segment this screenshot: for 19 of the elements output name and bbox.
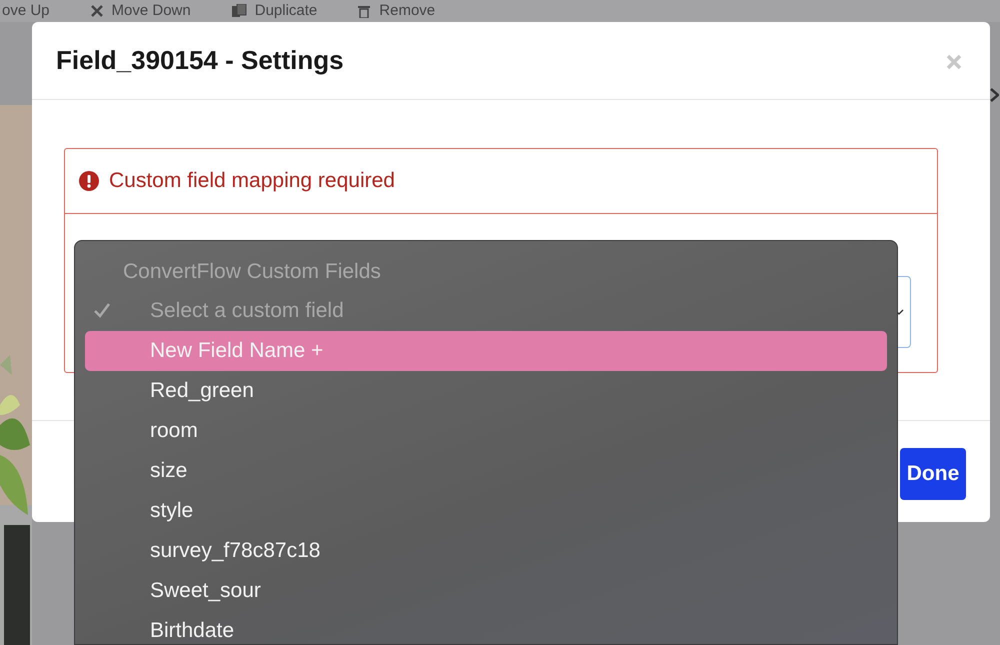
dropdown-option[interactable]: survey_f78c87c18 xyxy=(85,531,887,571)
error-message: Custom field mapping required xyxy=(109,168,395,194)
dialog-title: Field_390154 - Settings xyxy=(56,44,344,76)
copy-icon xyxy=(230,4,247,18)
toolbar-button[interactable]: ove Up xyxy=(2,0,50,22)
toolbar-button[interactable]: Move Down xyxy=(112,0,191,22)
dropdown-option[interactable]: Red_green xyxy=(85,371,887,411)
dropdown-option[interactable]: size xyxy=(85,451,887,491)
dropdown-option[interactable]: Birthdate xyxy=(85,611,887,645)
dropdown-option[interactable]: Sweet_sour xyxy=(85,571,887,611)
done-button[interactable]: Done xyxy=(900,448,966,500)
error-icon xyxy=(79,171,99,191)
toolbar-button[interactable]: Duplicate xyxy=(254,0,318,22)
group-header: ConvertFlow Custom Fields xyxy=(122,259,382,286)
cross-icon xyxy=(90,5,104,17)
dropdown-option[interactable]: room xyxy=(85,411,887,451)
trash-icon xyxy=(357,4,372,18)
toolbar-button[interactable]: Remove xyxy=(379,0,436,22)
dropdown-option[interactable]: style xyxy=(85,491,887,531)
